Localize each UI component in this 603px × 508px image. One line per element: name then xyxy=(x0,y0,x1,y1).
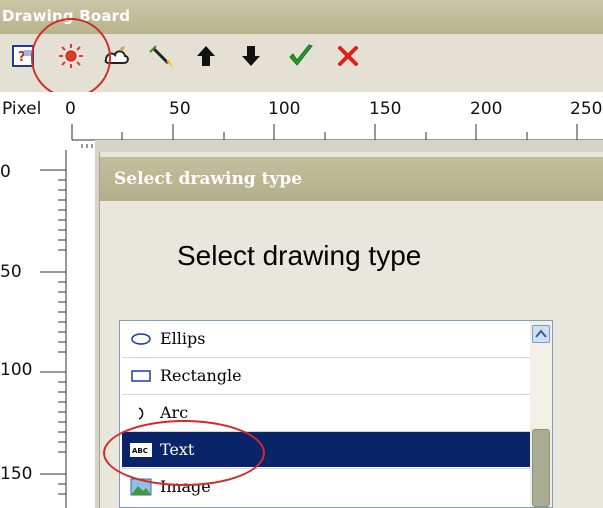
up-arrow-icon[interactable] xyxy=(190,40,222,72)
toolbar-highlight-annotation xyxy=(31,18,111,98)
vertical-ruler-tick-label: 0 xyxy=(0,162,11,182)
list-scrollbar[interactable] xyxy=(530,321,552,507)
ruler-tick-label: 200 xyxy=(470,99,503,119)
arc-icon xyxy=(130,405,152,421)
dialog-title-bar[interactable]: Select drawing type xyxy=(100,157,603,201)
ruler-tick-label: 150 xyxy=(369,99,402,119)
brush-icon[interactable] xyxy=(145,40,177,72)
ruler-tick-label: 50 xyxy=(169,99,191,119)
ruler-tick-label: 100 xyxy=(268,99,301,119)
rectangle-icon xyxy=(130,368,152,384)
list-item-label: Ellips xyxy=(160,329,206,348)
list-item-rectangle[interactable]: Rectangle xyxy=(122,358,532,393)
text-item-highlight-annotation xyxy=(103,420,265,486)
list-item-ellips[interactable]: Ellips xyxy=(122,321,532,356)
list-item-label: Rectangle xyxy=(160,366,242,385)
close-icon[interactable] xyxy=(332,40,364,72)
chevron-up-icon xyxy=(535,329,547,338)
ruler-tick-label: 250 xyxy=(570,99,603,119)
ruler-tick-label: 0 xyxy=(65,99,76,119)
scroll-up-button[interactable] xyxy=(532,325,550,343)
vertical-ruler-tick-label: 50 xyxy=(0,262,22,282)
ruler-unit-label: Pixel xyxy=(2,99,42,119)
scroll-thumb[interactable] xyxy=(532,429,550,507)
checkmark-icon[interactable] xyxy=(285,40,317,72)
dialog-title: Select drawing type xyxy=(114,169,303,189)
down-arrow-icon[interactable] xyxy=(235,40,267,72)
ellipse-icon xyxy=(130,331,152,347)
vertical-ruler-tick-label: 150 xyxy=(0,464,33,484)
vertical-ruler xyxy=(40,150,67,508)
dialog-heading: Select drawing type xyxy=(177,240,422,271)
vertical-ruler-tick-label: 100 xyxy=(0,360,33,380)
